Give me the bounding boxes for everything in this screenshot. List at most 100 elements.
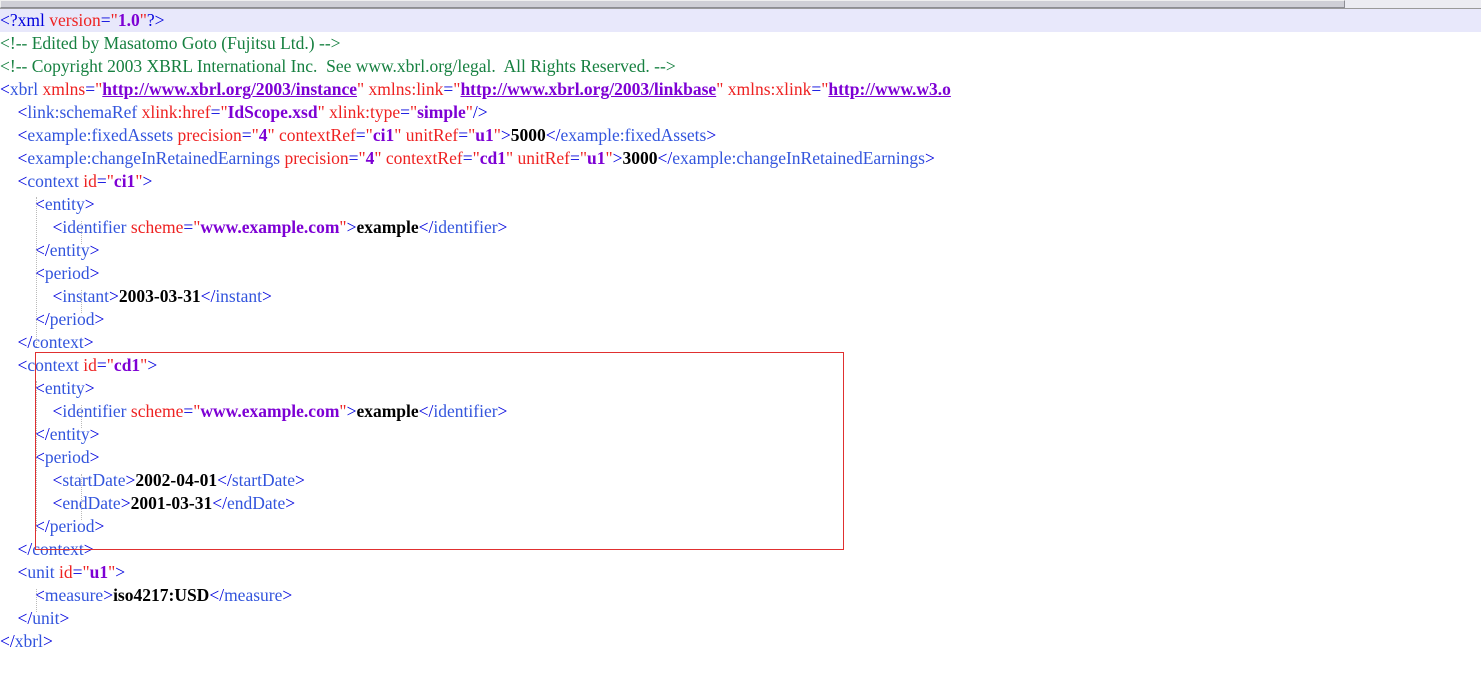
code-line[interactable]: <!-- Copyright 2003 XBRL International I…	[0, 55, 1481, 78]
code-line[interactable]: <link:schemaRef xlink:href="IdScope.xsd"…	[0, 101, 1481, 124]
token-punct: >	[294, 470, 305, 490]
token-tag: measure	[224, 585, 283, 605]
token-punct: >	[706, 125, 717, 145]
code-line[interactable]: <context id="cd1">	[0, 354, 1481, 377]
token-tag: period	[44, 263, 90, 283]
code-line[interactable]: </period>	[0, 515, 1481, 538]
token-punct: =	[400, 102, 410, 122]
token-quote: "	[139, 10, 147, 30]
token-val: www.example.com	[200, 217, 340, 237]
token-tag: measure	[44, 585, 104, 605]
code-line[interactable]: <context id="ci1">	[0, 170, 1481, 193]
token-attr: precision	[177, 125, 242, 145]
code-line[interactable]: <instant>2003-03-31</instant>	[0, 285, 1481, 308]
token-attr: xlink:type	[329, 102, 401, 122]
token-punct: >	[115, 562, 126, 582]
token-punct: </	[17, 539, 33, 559]
code-line[interactable]: </period>	[0, 308, 1481, 331]
token-text: iso4217:USD	[113, 585, 210, 605]
token-punct: </	[545, 125, 561, 145]
token-punct: >	[84, 194, 95, 214]
token-val: IdScope.xsd	[227, 102, 318, 122]
token-val: u1	[475, 125, 494, 145]
token-punct: =	[85, 79, 96, 99]
token-pi: <?xml	[0, 10, 50, 30]
token-attr: id	[58, 562, 73, 582]
token-punct: <	[52, 470, 63, 490]
code-line[interactable]: <period>	[0, 446, 1481, 469]
token-quote: "	[339, 401, 347, 421]
code-line[interactable]: <?xml version="1.0"?>	[0, 9, 1481, 32]
code-line[interactable]: <entity>	[0, 377, 1481, 400]
code-line[interactable]: </context>	[0, 331, 1481, 354]
token-punct: </	[0, 631, 15, 651]
token-punct: =	[183, 217, 194, 237]
code-line[interactable]: <measure>iso4217:USD</measure>	[0, 584, 1481, 607]
code-line[interactable]: </unit>	[0, 607, 1481, 630]
code-line[interactable]: <startDate>2002-04-01</startDate>	[0, 469, 1481, 492]
token-tag: period	[44, 447, 90, 467]
token-punct: >	[94, 309, 105, 329]
code-line[interactable]: </context>	[0, 538, 1481, 561]
token-comment: <!-- Copyright 2003 XBRL International I…	[0, 56, 676, 76]
token-punct: >	[94, 516, 105, 536]
token-punct: <	[52, 217, 63, 237]
token-tag: instant	[62, 286, 110, 306]
code-line[interactable]: <period>	[0, 262, 1481, 285]
code-line[interactable]: <unit id="u1">	[0, 561, 1481, 584]
token-attr: scheme	[130, 217, 184, 237]
code-line[interactable]: </xbrl>	[0, 630, 1481, 653]
code-line[interactable]: <endDate>2001-03-31</endDate>	[0, 492, 1481, 515]
code-line[interactable]: <identifier scheme="www.example.com">exa…	[0, 216, 1481, 239]
token-text: 5000	[510, 125, 546, 145]
token-val: cd1	[479, 148, 506, 168]
code-line[interactable]: <xbrl xmlns="http://www.xbrl.org/2003/in…	[0, 78, 1481, 101]
token-tag: entity	[49, 240, 90, 260]
token-punct: =	[462, 148, 473, 168]
token-punct: =	[96, 355, 107, 375]
token-attr: precision	[284, 148, 349, 168]
token-punct: >	[147, 355, 158, 375]
token-attr: version	[49, 10, 101, 30]
token-punct: >	[142, 171, 153, 191]
token-valurl: http://www.xbrl.org/2003/linkbase	[460, 79, 717, 99]
token-tag: context	[32, 332, 84, 352]
token-tag: context	[27, 355, 79, 375]
token-tag: xbrl	[9, 79, 39, 99]
token-quote: "	[472, 148, 480, 168]
token-punct: >	[83, 332, 94, 352]
token-attr: contextRef	[385, 148, 463, 168]
code-line[interactable]: <entity>	[0, 193, 1481, 216]
token-quote: "	[106, 355, 114, 375]
token-tag: context	[32, 539, 84, 559]
token-quote: "	[251, 125, 259, 145]
indent-guide-line	[81, 405, 83, 428]
code-line[interactable]: <!-- Edited by Masatomo Goto (Fujitsu Lt…	[0, 32, 1481, 55]
code-line[interactable]: <example:fixedAssets precision="4" conte…	[0, 124, 1481, 147]
horizontal-scrollbar[interactable]	[0, 0, 1481, 9]
token-quote: "	[374, 148, 382, 168]
token-punct: >	[89, 263, 100, 283]
code-line[interactable]: </entity>	[0, 239, 1481, 262]
token-attr: scheme	[130, 401, 184, 421]
token-punct: >	[282, 585, 293, 605]
token-punct: =	[183, 401, 194, 421]
code-line[interactable]: <example:changeInRetainedEarnings precis…	[0, 147, 1481, 170]
token-attr: unitRef	[405, 125, 459, 145]
token-punct: >	[924, 148, 935, 168]
xml-source-code-view[interactable]: <?xml version="1.0"?> <!-- Edited by Masa…	[0, 9, 1481, 697]
token-tag: startDate	[62, 470, 126, 490]
token-punct: >	[42, 631, 53, 651]
code-line[interactable]: <identifier scheme="www.example.com">exa…	[0, 400, 1481, 423]
token-quote: "	[605, 148, 613, 168]
token-punct: <	[17, 148, 28, 168]
token-punct: =	[100, 10, 111, 30]
scrollbar-thumb[interactable]	[0, 0, 1345, 8]
code-line[interactable]: </entity>	[0, 423, 1481, 446]
